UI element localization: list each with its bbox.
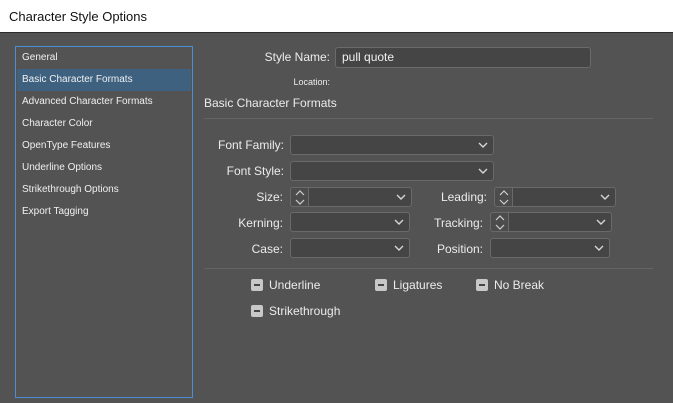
- chevron-down-icon: [478, 168, 488, 174]
- kerning-label: Kerning:: [238, 216, 283, 230]
- size-label: Size:: [256, 190, 283, 204]
- strikethrough-checkbox[interactable]: [251, 305, 263, 317]
- sidebar-item-character-color[interactable]: Character Color: [17, 113, 191, 135]
- leading-label: Leading:: [440, 190, 487, 204]
- leading-dropdown[interactable]: [512, 187, 616, 207]
- ligatures-checkbox[interactable]: [375, 279, 387, 291]
- sidebar-item-strikethrough-options[interactable]: Strikethrough Options: [17, 179, 191, 201]
- heading-divider: [204, 118, 653, 119]
- chevron-down-icon: [478, 142, 488, 148]
- sidebar-item-basic-character-formats[interactable]: Basic Character Formats: [17, 69, 191, 91]
- font-family-dropdown[interactable]: [290, 135, 494, 155]
- stepper-arrows-icon: [295, 190, 305, 205]
- tracking-label: Tracking:: [434, 216, 483, 230]
- chevron-down-icon: [394, 245, 404, 251]
- sidebar-item-general[interactable]: General: [17, 47, 191, 69]
- no-break-label[interactable]: No Break: [494, 278, 544, 292]
- checkbox-divider: [204, 268, 653, 269]
- no-break-checkbox[interactable]: [476, 279, 488, 291]
- case-label: Case:: [251, 242, 283, 256]
- tracking-stepper[interactable]: [490, 212, 509, 232]
- section-heading: Basic Character Formats: [204, 96, 337, 110]
- sidebar-item-advanced-character-formats[interactable]: Advanced Character Formats: [17, 91, 191, 113]
- stepper-arrows-icon: [495, 215, 505, 230]
- style-name-label: Style Name:: [264, 50, 330, 64]
- category-list[interactable]: General Basic Character Formats Advanced…: [15, 46, 193, 398]
- chevron-down-icon: [596, 219, 606, 225]
- leading-stepper[interactable]: [494, 187, 513, 207]
- tracking-dropdown[interactable]: [508, 212, 612, 232]
- location-label: Location:: [293, 77, 330, 87]
- case-dropdown[interactable]: [290, 238, 410, 258]
- sidebar-item-opentype-features[interactable]: OpenType Features: [17, 135, 191, 157]
- sidebar-item-underline-options[interactable]: Underline Options: [17, 157, 191, 179]
- ligatures-label[interactable]: Ligatures: [393, 278, 442, 292]
- font-style-label: Font Style:: [226, 164, 284, 178]
- chevron-down-icon: [594, 245, 604, 251]
- font-family-label: Font Family:: [217, 138, 284, 152]
- chevron-down-icon: [394, 219, 404, 225]
- chevron-down-icon: [396, 194, 406, 200]
- font-style-dropdown[interactable]: [290, 161, 494, 181]
- chevron-down-icon: [600, 194, 610, 200]
- title-bar: Character Style Options: [0, 0, 673, 33]
- position-dropdown[interactable]: [490, 238, 610, 258]
- strikethrough-label[interactable]: Strikethrough: [269, 304, 340, 318]
- kerning-dropdown[interactable]: [290, 212, 410, 232]
- stepper-arrows-icon: [499, 190, 509, 205]
- underline-checkbox[interactable]: [251, 279, 263, 291]
- position-label: Position:: [436, 242, 483, 256]
- sidebar-item-export-tagging[interactable]: Export Tagging: [17, 201, 191, 223]
- style-name-input[interactable]: pull quote: [335, 47, 591, 68]
- size-dropdown[interactable]: [308, 187, 412, 207]
- window-title: Character Style Options: [9, 9, 148, 24]
- size-stepper[interactable]: [290, 187, 309, 207]
- underline-label[interactable]: Underline: [269, 278, 320, 292]
